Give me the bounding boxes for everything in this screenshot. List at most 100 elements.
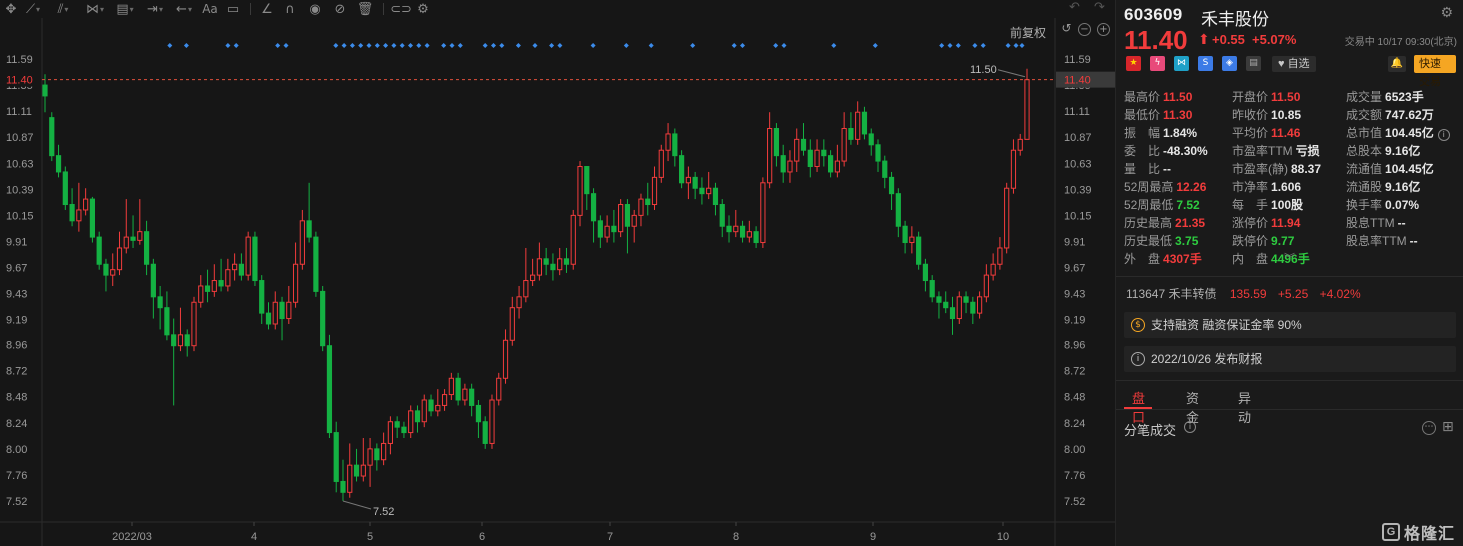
y-tick-label-left: 10.39 xyxy=(6,184,34,196)
stat-c1-5: 52周最高 12.26 xyxy=(1124,178,1206,196)
stat-value: 11.94 xyxy=(1271,216,1301,230)
event-marker xyxy=(557,43,563,48)
redo-icon[interactable]: ↷ xyxy=(1094,0,1105,15)
grid-icon[interactable]: ⊞ xyxy=(1442,419,1454,435)
candle-body xyxy=(164,307,170,336)
candle-body xyxy=(482,421,488,444)
tag-icon[interactable]: ◈ xyxy=(1222,56,1237,71)
stat-key: 股息TTM xyxy=(1346,216,1395,230)
settings-tool-icon[interactable]: ⚙ xyxy=(412,0,434,18)
kline-chart[interactable]: 11.5911.5911.3511.3511.1111.1110.8710.87… xyxy=(0,0,1115,546)
comment-tool-icon[interactable]: ▭ xyxy=(222,0,244,18)
arrow-tool-icon[interactable]: ← ▾ xyxy=(170,0,198,18)
candle-body xyxy=(272,301,278,325)
candle-body xyxy=(916,236,922,265)
chevron-down-icon[interactable]: ︾ xyxy=(1284,250,1295,266)
candle-body xyxy=(326,345,333,434)
convertible-bond-row[interactable]: 113647 禾丰转债 135.59 +5.25 +4.02% xyxy=(1126,285,1369,302)
candle-body xyxy=(204,285,211,292)
candle-body xyxy=(739,225,746,238)
link-tool-icon[interactable]: ⊂⊃ xyxy=(390,0,412,18)
y-tick-label-left: 9.67 xyxy=(6,263,27,275)
add-watchlist-button[interactable]: ♥ 自选 xyxy=(1272,56,1316,72)
stat-c2-5: 市净率 1.606 xyxy=(1232,178,1301,196)
y-tick-label-left: 7.76 xyxy=(6,470,27,482)
fib-tool-icon[interactable]: ▤ ▾ xyxy=(110,0,140,18)
measure-tool-icon[interactable]: ⇥ ▾ xyxy=(140,0,170,18)
channel-tool-icon[interactable]: ⫽ ▾ xyxy=(46,0,80,18)
candle-body xyxy=(401,426,407,434)
event-marker xyxy=(939,43,945,48)
stat-key: 总股本 xyxy=(1346,144,1383,158)
eye-tool-icon[interactable]: ◉ xyxy=(303,0,327,18)
candle-body xyxy=(530,274,536,282)
magnet-tool-icon[interactable]: ∩ xyxy=(277,0,303,18)
margin-icon[interactable]: S xyxy=(1198,56,1213,71)
stat-value: 1.84% xyxy=(1163,126,1198,140)
candle-body xyxy=(618,204,624,233)
low-annotation-line xyxy=(342,500,372,510)
y-tick-label-right: 8.48 xyxy=(1064,392,1085,404)
notes-icon[interactable]: ▤ xyxy=(1246,56,1261,71)
candle-body xyxy=(435,404,441,412)
margin-notice[interactable]: $ 支持融资 融资保证金率 90% xyxy=(1124,312,1456,338)
zoom-in-icon[interactable]: + xyxy=(1097,23,1110,36)
zoom-out-icon[interactable]: − xyxy=(1078,23,1091,36)
candle-body xyxy=(49,117,55,157)
drawing-toolbar: ✥ ⟋ ▾ ⫽ ▾ ⋈ ▾ ▤ ▾ ⇥ ▾ ← ▾ Aa ▭ ∠ ∩ ◉ ⊘ 🗑 ⊂⊃ ⚙ xyxy=(0,0,1115,18)
bell-icon[interactable]: 🔔 xyxy=(1388,56,1406,72)
event-marker xyxy=(648,43,654,48)
hide-tool-icon[interactable]: ⊘ xyxy=(327,0,353,18)
stat-c3-7: 股息TTM -- xyxy=(1346,214,1406,232)
ruler-tool-icon[interactable]: ∠ xyxy=(257,0,277,18)
gear-icon[interactable]: ⚙ xyxy=(1440,5,1453,21)
stat-value: -- xyxy=(1409,234,1418,248)
connect-icon[interactable]: ⋈ xyxy=(1174,56,1189,71)
candle-body xyxy=(597,220,603,238)
lightning-icon[interactable]: ϟ xyxy=(1150,56,1165,71)
y-tick-label-right: 9.67 xyxy=(1064,263,1085,275)
stat-value: 100股 xyxy=(1271,198,1304,212)
delete-tool-icon[interactable]: 🗑 xyxy=(353,0,377,18)
line-tool-icon[interactable]: ⟋ ▾ xyxy=(20,0,46,18)
candle-body xyxy=(374,448,380,461)
move-tool-icon[interactable]: ✥ xyxy=(2,0,20,18)
stat-key: 昨收价 xyxy=(1232,108,1269,122)
reset-chart-icon[interactable]: ↺ xyxy=(1060,22,1073,36)
stat-key: 历史最高 xyxy=(1124,216,1173,230)
stat-key: 市盈率(静) xyxy=(1232,162,1288,176)
toolbar-divider xyxy=(383,3,384,15)
stat-value: 11.50 xyxy=(1271,90,1301,104)
stat-value: -- xyxy=(1397,216,1406,230)
stat-c1-8: 历史最低 3.75 xyxy=(1124,232,1198,250)
stat-c1-3: 委 比 -48.30% xyxy=(1124,142,1208,160)
price-change-pct: +5.07% xyxy=(1252,32,1297,47)
more-icon[interactable]: ⋯ xyxy=(1422,421,1436,435)
quick-trade-button[interactable]: 快速交易 xyxy=(1414,55,1456,88)
x-tick-label: 4 xyxy=(251,531,257,543)
tab-movement[interactable]: 异动 xyxy=(1238,388,1251,426)
y-tick-label-left: 8.96 xyxy=(6,340,27,352)
report-notice[interactable]: i 2022/10/26 发布财报 xyxy=(1124,346,1456,372)
candle-body xyxy=(259,280,265,314)
price-adjust-toggle[interactable]: 前复权 xyxy=(1010,24,1046,41)
undo-icon[interactable]: ↶ xyxy=(1069,0,1080,15)
event-marker xyxy=(449,43,455,48)
info-icon[interactable]: i xyxy=(1184,421,1196,433)
event-marker xyxy=(947,43,953,48)
info-icon[interactable]: i xyxy=(1437,129,1450,141)
candle-body xyxy=(807,149,813,168)
stat-value: 9.77 xyxy=(1271,234,1295,248)
event-marker xyxy=(399,43,405,48)
text-tool-icon[interactable]: Aa xyxy=(198,0,222,18)
stat-c2-1: 昨收价 10.85 xyxy=(1232,106,1301,124)
stat-value: 12.26 xyxy=(1176,180,1207,194)
event-marker xyxy=(349,43,355,48)
stat-value: 11.30 xyxy=(1163,108,1193,122)
candle-body xyxy=(340,480,346,493)
pattern-tool-icon[interactable]: ⋈ ▾ xyxy=(80,0,110,18)
y-tick-label-right: 8.72 xyxy=(1064,366,1085,378)
candle-body xyxy=(347,464,353,493)
stat-c1-6: 52周最低 7.52 xyxy=(1124,196,1200,214)
candle-body xyxy=(333,432,339,482)
